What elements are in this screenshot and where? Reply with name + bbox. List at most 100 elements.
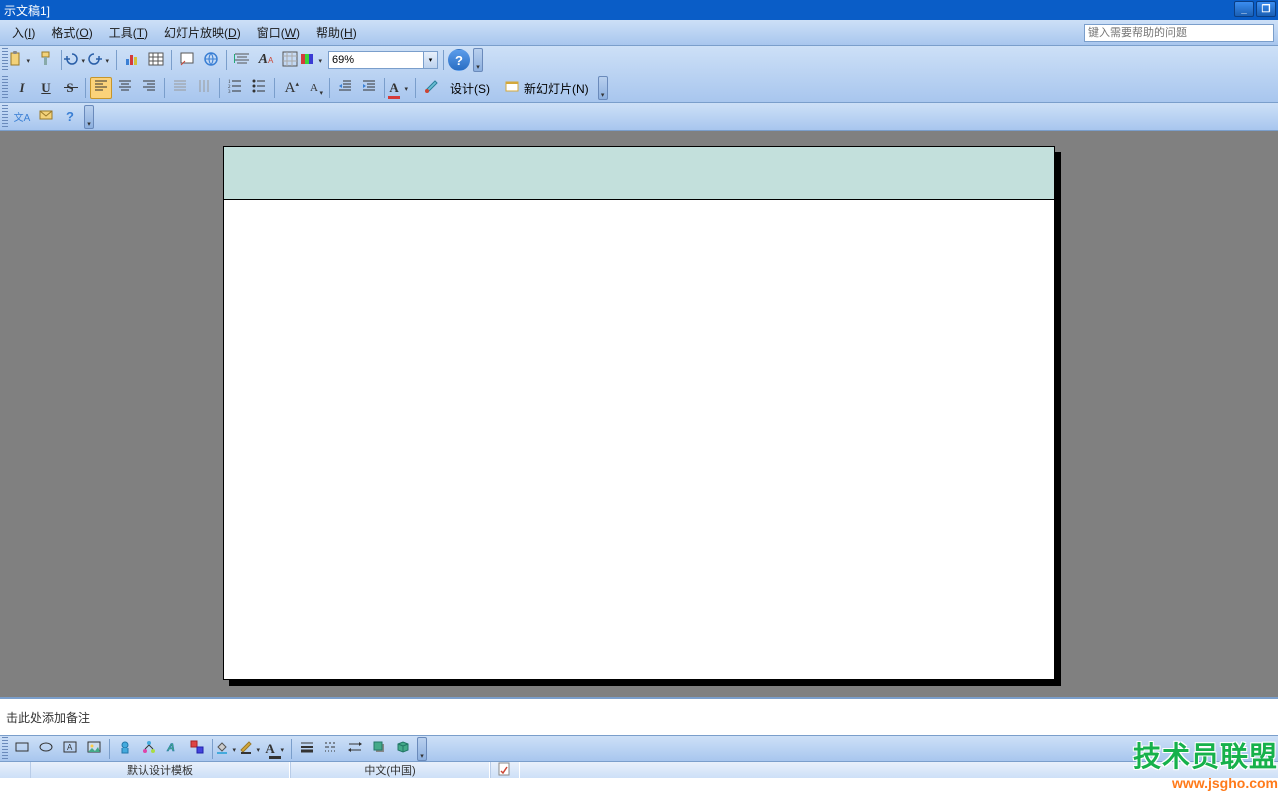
send-mail-button[interactable] xyxy=(35,106,57,128)
show-grid-button[interactable] xyxy=(279,49,301,71)
numbering-button[interactable]: 123 xyxy=(224,77,246,99)
insert-diagram-button[interactable] xyxy=(138,738,160,760)
rectangle-button[interactable] xyxy=(11,738,33,760)
new-slide-button[interactable]: 新幻灯片(N) xyxy=(497,77,596,99)
show-formatting-icon: A xyxy=(259,52,268,68)
tables-borders-icon xyxy=(179,51,195,70)
line-style-icon xyxy=(299,739,315,758)
text-direction-button[interactable] xyxy=(193,77,215,99)
help-search-input[interactable] xyxy=(1084,24,1274,42)
decrease-indent-icon xyxy=(337,78,353,98)
notes-placeholder-text: 击此处添加备注 xyxy=(6,711,90,725)
toolbar-separator xyxy=(219,78,220,98)
minimize-button[interactable]: _ xyxy=(1234,1,1254,17)
table-icon xyxy=(148,51,164,70)
expand-icon xyxy=(234,51,250,70)
arrow-style-button[interactable] xyxy=(344,738,366,760)
new-slide-icon xyxy=(504,79,520,98)
font-color-draw-icon: A xyxy=(265,741,274,757)
design-brush-icon xyxy=(423,78,439,98)
line-color-button[interactable] xyxy=(241,738,263,760)
slide-canvas[interactable] xyxy=(223,146,1055,680)
picture-icon xyxy=(86,739,102,758)
align-right-button[interactable] xyxy=(138,77,160,99)
hyperlink-button[interactable] xyxy=(200,49,222,71)
menu-insert[interactable]: 入(I) xyxy=(4,21,43,44)
font-size-increase-button[interactable]: A▴ xyxy=(279,77,301,99)
oval-button[interactable] xyxy=(35,738,57,760)
redo-button[interactable] xyxy=(90,49,112,71)
new-slide-label: 新幻灯片(N) xyxy=(524,80,589,97)
zoom-input[interactable] xyxy=(328,51,424,69)
help-mini-button[interactable]: ? xyxy=(59,106,81,128)
status-spellcheck[interactable] xyxy=(490,762,520,778)
line-color-icon xyxy=(238,739,254,758)
align-center-icon xyxy=(117,78,133,98)
strikethrough-button[interactable]: S xyxy=(59,77,81,99)
color-grayscale-button[interactable] xyxy=(303,49,325,71)
line-style-button[interactable] xyxy=(296,738,318,760)
zoom-dropdown[interactable]: ▾ xyxy=(424,51,438,69)
dash-style-button[interactable] xyxy=(320,738,342,760)
menu-slideshow[interactable]: 幻灯片放映(D) xyxy=(156,21,249,44)
font-color-button[interactable]: A xyxy=(389,77,411,99)
menu-format[interactable]: 格式(O) xyxy=(43,21,100,44)
help-button[interactable]: ? xyxy=(448,49,470,71)
shadow-style-button[interactable] xyxy=(368,738,390,760)
insert-picture-button[interactable] xyxy=(83,738,105,760)
tables-borders-button[interactable] xyxy=(176,49,198,71)
menu-help[interactable]: 帮助(H) xyxy=(308,21,365,44)
toolbar-options-button[interactable]: ▾ xyxy=(473,48,483,72)
clipart-icon xyxy=(117,739,133,758)
align-left-button[interactable] xyxy=(90,77,112,99)
toolbar-options-button[interactable]: ▾ xyxy=(417,737,427,761)
format-painter-button[interactable] xyxy=(35,49,57,71)
distributed-button[interactable] xyxy=(169,77,191,99)
slide-title-placeholder[interactable] xyxy=(224,147,1054,200)
textbox-button[interactable]: A xyxy=(59,738,81,760)
expand-all-button[interactable] xyxy=(231,49,253,71)
insert-chart-button[interactable] xyxy=(121,49,143,71)
toolbar-options-button[interactable]: ▾ xyxy=(598,76,608,100)
threed-style-button[interactable] xyxy=(392,738,414,760)
slide-design-icon-button[interactable] xyxy=(420,77,442,99)
diagram-icon xyxy=(141,739,157,758)
translate-button[interactable]: 文A xyxy=(11,106,33,128)
toolbar-separator xyxy=(384,78,385,98)
hyperlink-icon xyxy=(203,51,219,70)
menu-window[interactable]: 窗口(W) xyxy=(249,21,308,44)
slide-design-button[interactable]: 设计(S) xyxy=(443,77,497,99)
bullets-button[interactable] xyxy=(248,77,270,99)
bullets-icon xyxy=(251,78,267,98)
underline-button[interactable]: U xyxy=(35,77,57,99)
menu-tools[interactable]: 工具(T) xyxy=(101,21,156,44)
mail-icon xyxy=(38,107,54,126)
insert-table-button[interactable] xyxy=(145,49,167,71)
undo-button[interactable] xyxy=(66,49,88,71)
toolbar-separator xyxy=(274,78,275,98)
show-formatting-button[interactable]: AA xyxy=(255,49,277,71)
font-color-draw-button[interactable]: A xyxy=(265,738,287,760)
align-center-button[interactable] xyxy=(114,77,136,99)
font-size-decrease-button[interactable]: A▾ xyxy=(303,77,325,99)
toolbar-grip[interactable] xyxy=(2,105,8,129)
toolbar-grip[interactable] xyxy=(2,76,8,100)
insert-wordart-button[interactable]: A xyxy=(162,738,184,760)
insert-clipart-button[interactable] xyxy=(114,738,136,760)
align-left-icon xyxy=(93,78,109,98)
decrease-font-icon: A xyxy=(310,82,318,94)
insert-object-button[interactable] xyxy=(186,738,208,760)
italic-button[interactable]: I xyxy=(11,77,33,99)
fill-color-button[interactable] xyxy=(217,738,239,760)
toolbar-grip[interactable] xyxy=(2,737,8,761)
strike-label: S xyxy=(66,80,73,96)
paste-button[interactable] xyxy=(11,49,33,71)
threed-icon xyxy=(395,739,411,758)
restore-button[interactable]: ❐ xyxy=(1256,1,1276,17)
toolbar-options-button[interactable]: ▾ xyxy=(84,105,94,129)
rectangle-icon xyxy=(14,739,30,758)
notes-pane[interactable]: 击此处添加备注 xyxy=(0,697,1278,735)
decrease-indent-button[interactable] xyxy=(334,77,356,99)
increase-indent-button[interactable] xyxy=(358,77,380,99)
toolbar-separator xyxy=(443,50,444,70)
